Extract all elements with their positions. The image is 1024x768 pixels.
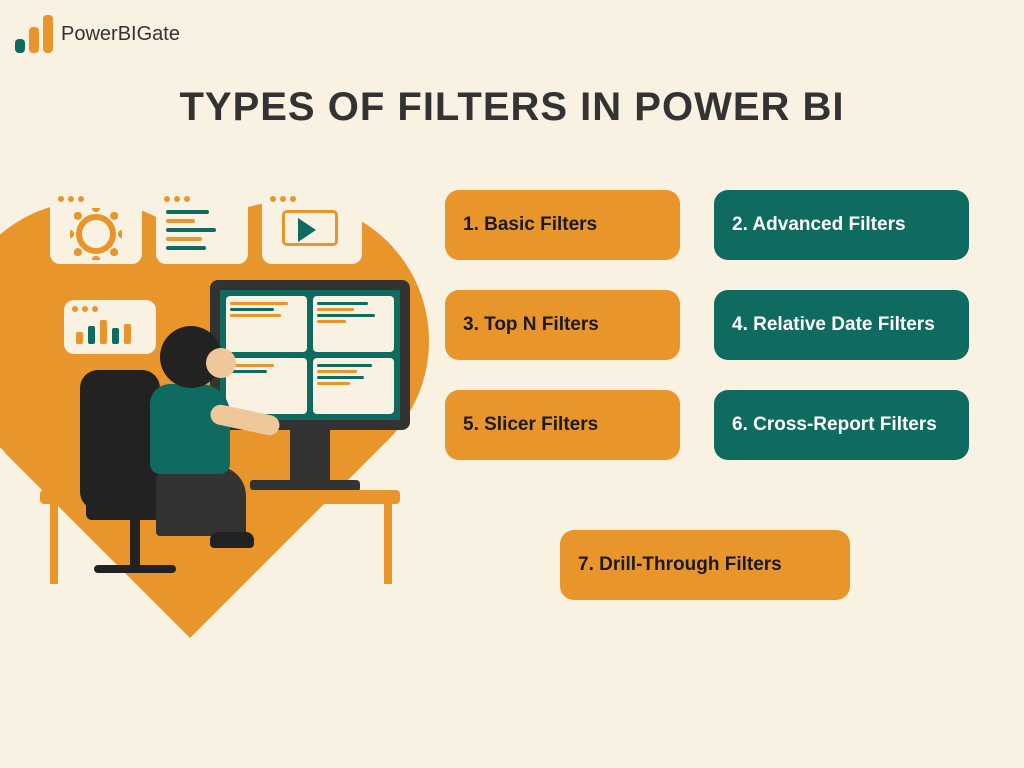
filter-card-slicer: 5. Slicer Filters <box>445 390 680 460</box>
code-lines-icon <box>166 210 238 255</box>
filter-card-relative-date: 4. Relative Date Filters <box>714 290 969 360</box>
page-title: TYPES OF FILTERS IN POWER BI <box>0 85 1024 130</box>
filter-types-list: 1. Basic Filters 2. Advanced Filters 3. … <box>445 190 1005 460</box>
bar-chart-icon <box>15 15 53 53</box>
play-icon <box>298 218 316 242</box>
gear-icon <box>76 214 116 254</box>
filter-card-cross-report: 6. Cross-Report Filters <box>714 390 969 460</box>
filter-card-topn: 3. Top N Filters <box>445 290 680 360</box>
illustration-person-at-computer <box>40 180 410 620</box>
filter-card-drill-through: 7. Drill-Through Filters <box>560 530 850 600</box>
person-icon <box>100 340 260 580</box>
brand-logo: PowerBIGate <box>15 15 180 53</box>
filter-card-advanced: 2. Advanced Filters <box>714 190 969 260</box>
filter-card-basic: 1. Basic Filters <box>445 190 680 260</box>
brand-name: PowerBIGate <box>61 23 180 46</box>
